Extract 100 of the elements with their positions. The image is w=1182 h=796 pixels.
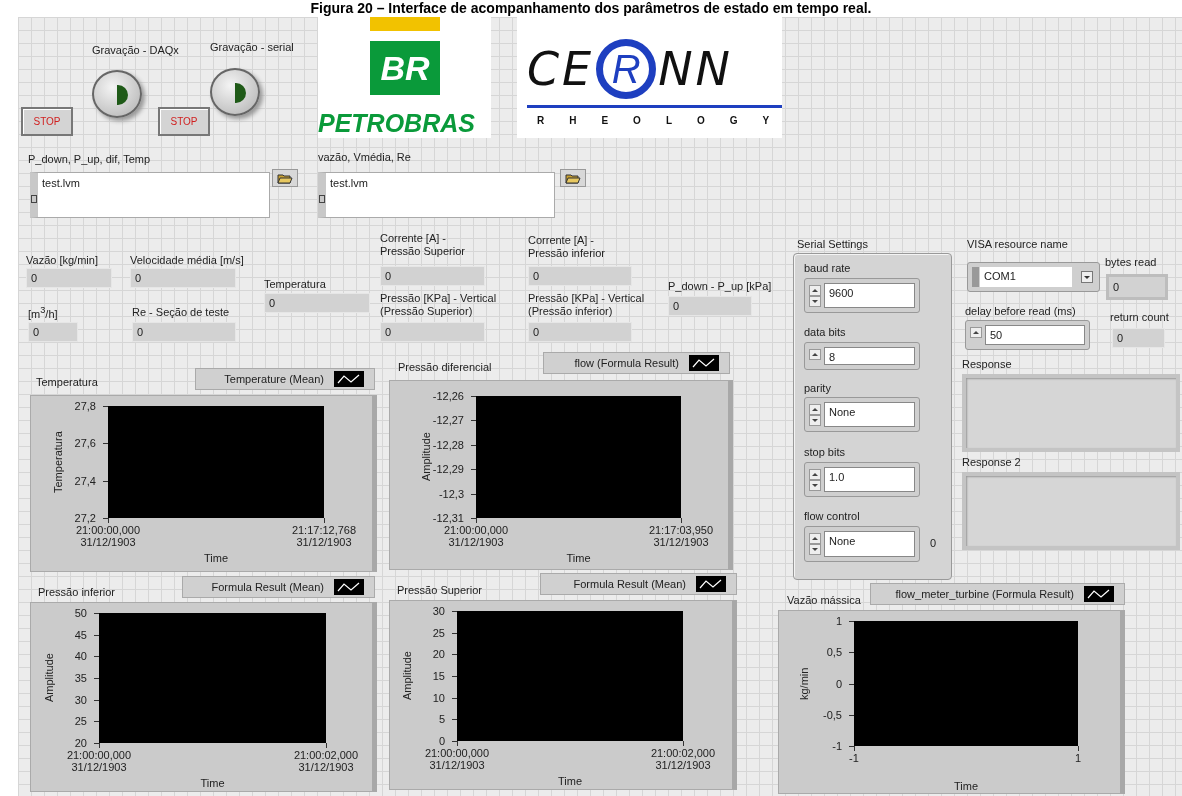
numeric-indicator: 0 [668,296,752,316]
plot-legend[interactable]: Temperature (Mean) [195,368,375,390]
numeric-control[interactable]: 8 [804,342,920,370]
tick-label: 21:00:00,000 31/12/1903 [442,524,510,548]
axis-title: Amplitude [43,652,56,705]
indicator-label: Pressão [KPa] - Vertical (Pressão Superior) [380,292,497,318]
numeric-indicator: 0 [132,322,236,342]
tick-label: 0 [438,734,445,748]
numeric-indicator: 0 [130,268,236,288]
folder-icon [277,172,293,184]
browse-button[interactable] [560,169,586,187]
file-path-field[interactable]: test.lvm [318,172,555,218]
value-text: 0 [930,537,937,550]
indicator-label: P_down - P_up [kPa] [668,280,772,293]
logo-mark: BR [370,41,440,95]
logo-wordmark: NN [658,41,733,98]
logo-stripe [370,17,440,31]
indicator-label: Response [962,358,1012,371]
control-label: flow control [804,510,860,523]
spinner-icon [809,533,821,555]
tick-label: 27,4 [74,473,96,488]
line-style-icon [696,576,726,592]
spinner-icon [809,285,821,307]
tick-label: 1 [835,614,842,628]
tick-label: -12,31 [432,511,464,525]
spinner-icon [809,404,821,426]
axis-title: Time [556,775,583,787]
tick-label: 45 [74,627,87,642]
numeric-control[interactable]: 9600 [804,278,920,313]
tick-label: 15 [432,669,445,683]
numeric-indicator: 0 [264,293,370,313]
spinner-icon [809,469,821,491]
numeric-indicator: 0 [1106,274,1168,300]
control-label: P_down, P_up, dif, Temp [28,153,151,166]
tick-label: -12,26 [432,389,464,403]
tick-label: -12,28 [432,437,464,452]
line-style-icon [334,579,364,595]
resource-dropdown[interactable]: COM1 [967,262,1100,292]
control-label: stop bits [804,446,845,459]
numeric-control[interactable]: None [804,397,920,432]
chart-title: Pressão Superior [397,584,482,597]
tick-label: 21:00:00,000 31/12/1903 [65,749,133,773]
numeric-indicator: 0 [380,322,485,342]
tick-label: 27,6 [74,436,96,451]
axis-title: Temperatura [52,430,65,495]
plot-legend[interactable]: Formula Result (Mean) [182,576,375,598]
indicator-label: [m$^{3}$/h] [28,304,58,321]
axis-title: Time [202,552,229,564]
tick-label: -0,5 [823,707,842,722]
stop-button[interactable]: STOP [21,107,73,136]
axis-title: Time [952,780,979,792]
tick-label: 0,5 [826,645,842,660]
numeric-control[interactable]: 1.0 [804,462,920,497]
tick-label: 27,2 [74,511,96,525]
control-label: baud rate [804,262,851,275]
tick-label: -12,27 [432,413,464,428]
tick-label: -12,29 [432,462,464,477]
numeric-control[interactable]: None [804,526,920,562]
indicator-label: Velocidade média [m/s] [130,254,244,267]
control-label: VISA resource name [967,238,1068,251]
logo-tagline: RHEOLOGY [537,115,795,126]
tick-label: 25 [432,625,445,640]
tick-label: 21:00:02,000 31/12/1903 [292,749,360,773]
logo-mark: R [596,39,657,99]
browse-button[interactable] [272,169,298,187]
indicator-label: return count [1110,311,1169,324]
tick-label: 30 [432,604,445,618]
tick-label: 1 [1073,752,1083,764]
logo-wordmark: CE [527,41,595,98]
indicator-label: Pressão [KPa] - Vertical (Pressão inferior) [528,292,645,318]
indicator-label: Corrente [A] - Pressão Superior [380,232,465,258]
numeric-indicator: 0 [528,266,632,286]
axis-title: Time [199,777,226,789]
indicator-label: Response 2 [962,456,1021,469]
spinner-icon [809,349,821,360]
tick-label: 21:00:00,000 31/12/1903 [74,524,142,548]
indicator-label: Re - Seção de teste [132,306,230,319]
plot-legend[interactable]: flow_meter_turbine (Formula Result) [870,583,1125,605]
chart-title: Pressão diferencial [398,361,492,374]
plot-legend[interactable]: flow (Formula Result) [543,352,730,374]
file-path-field[interactable]: test.lvm [30,172,270,218]
numeric-control[interactable]: 50 [965,320,1090,350]
figure-caption: Figura 20 – Interface de acompanhamento dos parâmetros de estado em tempo real. [309,0,873,16]
stop-button[interactable]: STOP [158,107,210,136]
tick-label: 30 [74,692,87,707]
logo-wordmark: PETROBRAS [318,109,475,137]
numeric-indicator: 0 [380,266,485,286]
tick-label: 10 [432,690,445,705]
tick-label: -12,3 [438,486,464,501]
axis-title: Time [565,552,592,564]
chart-title: Vazão mássica [787,594,861,607]
control-label: parity [804,382,831,395]
control-label: vazão, Vmédia, Re [318,151,411,164]
axis-title: Amplitude [420,431,433,484]
plot-legend[interactable]: Formula Result (Mean) [540,573,737,595]
numeric-indicator: 0 [26,268,112,288]
axis-title: kg/min [798,666,811,702]
control-label: data bits [804,326,846,339]
folder-icon [565,172,581,184]
tick-label: 27,8 [74,399,96,413]
